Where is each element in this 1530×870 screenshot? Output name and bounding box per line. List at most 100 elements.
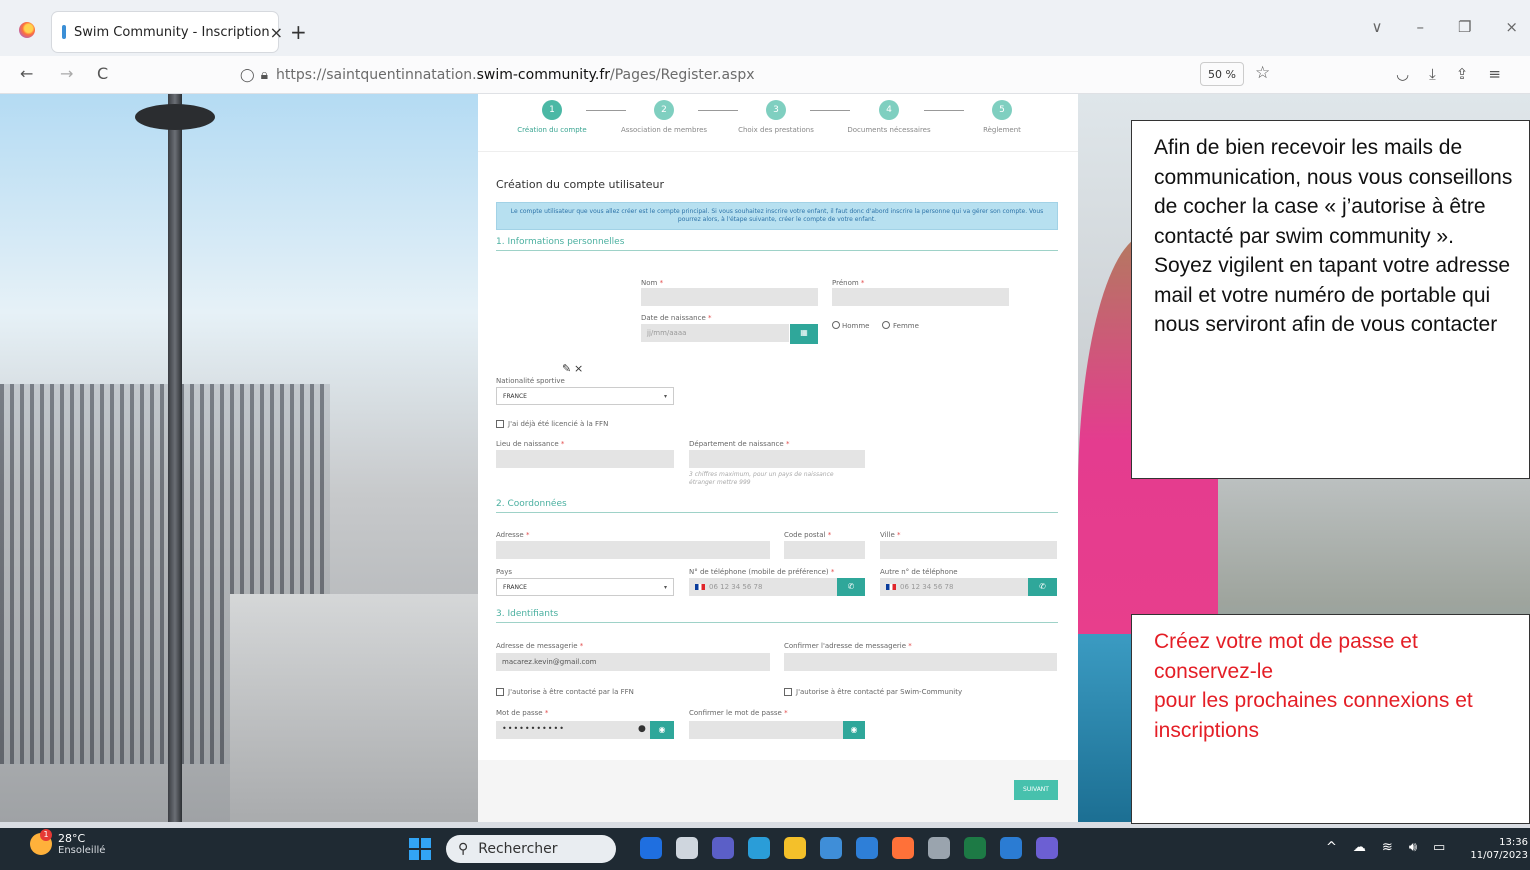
phone-icon[interactable]: ✆ (1028, 578, 1057, 596)
close-window-icon[interactable]: × (1505, 18, 1518, 36)
menu-icon[interactable]: ≡ (1488, 65, 1501, 83)
restore-icon[interactable]: ❐ (1458, 18, 1471, 36)
ffn-licence-checkbox[interactable] (496, 420, 504, 428)
taskbar-app-icon[interactable] (676, 837, 698, 859)
taskbar-app-icon[interactable] (892, 837, 914, 859)
lieu-input[interactable] (496, 450, 674, 468)
pays-select[interactable]: FRANCE ▾ (496, 578, 674, 596)
taskbar-app-icon[interactable] (964, 837, 986, 859)
ffn-licence-label: J'ai déjà été licencié à la FFN (508, 420, 609, 428)
swim-contact-label: J'autorise à être contacté par Swim-Comm… (796, 688, 963, 696)
back-icon[interactable]: ← (20, 64, 33, 83)
step-5[interactable]: 5 Règlement (942, 100, 1062, 134)
france-flag-icon[interactable] (695, 584, 705, 590)
note1-paragraph-2: Soyez vigilent en tapant votre adresse m… (1154, 254, 1511, 336)
password-eye-icon[interactable]: ◉ (650, 721, 674, 739)
pays-label: Pays (496, 568, 512, 576)
taskbar-app-icon[interactable] (928, 837, 950, 859)
taskbar-app-icon[interactable] (1000, 837, 1022, 859)
clock-time: 13:36 (1499, 837, 1528, 848)
taskbar-app-icon[interactable] (1036, 837, 1058, 859)
pocket-icon[interactable]: ◡ (1396, 65, 1409, 83)
dept-input[interactable] (689, 450, 865, 468)
taskbar-app-icon[interactable] (856, 837, 878, 859)
step-1[interactable]: 1 Création du compte (492, 100, 612, 134)
reload-icon[interactable]: C (97, 64, 108, 83)
nom-input[interactable] (641, 288, 818, 306)
dept-hint-1: 3 chiffres maximum, pour un pays de nais… (689, 471, 834, 478)
step-1-label: Création du compte (517, 126, 587, 134)
password-input[interactable]: ••••••••••• (496, 721, 650, 739)
step-4[interactable]: 4 Documents nécessaires (829, 100, 949, 134)
telephone-label: N° de téléphone (mobile de préférence) * (689, 568, 835, 576)
volume-icon[interactable]: 🔊︎ (1409, 840, 1417, 855)
site-favicon-icon (62, 25, 66, 39)
tab-list-icon[interactable]: ∨ (1371, 18, 1382, 36)
forward-icon[interactable]: → (60, 64, 73, 83)
tab-close-icon[interactable]: × (270, 23, 283, 42)
prenom-input[interactable] (832, 288, 1009, 306)
taskbar-search[interactable]: ⚲ Rechercher (446, 835, 616, 863)
password-confirm-input[interactable] (689, 721, 843, 739)
lock-icon[interactable]: 🔒︎ (261, 67, 268, 83)
browser-tab-bar: Swim Community - Inscription × + ∨ – ❐ × (0, 0, 1530, 56)
clear-x-icon[interactable]: × (574, 362, 583, 375)
nationalite-select[interactable]: FRANCE ▾ (496, 387, 674, 405)
code-postal-label: Code postal * (784, 531, 832, 539)
radio-homme-label: Homme (842, 322, 870, 330)
password-info-icon[interactable]: ● (638, 724, 646, 734)
chevron-up-icon[interactable]: ^ (1326, 840, 1337, 855)
concrete-wall (230, 594, 480, 822)
sun-icon: 1 (30, 829, 52, 855)
france-flag-icon[interactable] (886, 584, 896, 590)
password-confirm-eye-icon[interactable]: ◉ (843, 721, 865, 739)
nationalite-value: FRANCE (503, 393, 527, 400)
firefox-logo-icon[interactable] (19, 22, 35, 38)
ffn-contact-label: J'autorise à être contacté par la FFN (508, 688, 634, 696)
step-2[interactable]: 2 Association de membres (604, 100, 724, 134)
suivant-button[interactable]: SUIVANT (1014, 780, 1058, 800)
calendar-icon[interactable]: ▦ (790, 324, 818, 344)
swim-contact-checkbox[interactable] (784, 688, 792, 696)
download-icon[interactable]: ⤓ (1429, 65, 1436, 83)
taskbar-app-icon[interactable] (820, 837, 842, 859)
zoom-level-button[interactable]: 50 % (1200, 62, 1244, 86)
dob-input[interactable]: jj/mm/aaaa (641, 324, 789, 342)
telephone-placeholder: 06 12 34 56 78 (709, 583, 763, 591)
ville-input[interactable] (880, 541, 1057, 559)
telephone-input[interactable]: 06 12 34 56 78 (689, 578, 837, 596)
taskbar-clock[interactable]: 13:36 11/07/2023 (1468, 836, 1528, 862)
step-3[interactable]: 3 Choix des prestations (716, 100, 836, 134)
wifi-icon[interactable]: ≋ (1382, 840, 1393, 855)
tracking-shield-icon[interactable]: ◯ (240, 68, 255, 83)
cloud-icon[interactable]: ☁ (1353, 840, 1366, 855)
weather-widget[interactable]: 1 28°C Ensoleillé (30, 829, 105, 856)
telephone2-input[interactable]: 06 12 34 56 78 (880, 578, 1028, 596)
nom-label: Nom * (641, 279, 664, 287)
radio-femme[interactable] (882, 321, 890, 329)
code-postal-input[interactable] (784, 541, 865, 559)
adresse-input[interactable] (496, 541, 770, 559)
taskbar-app-icon[interactable] (640, 837, 662, 859)
browser-tab[interactable]: Swim Community - Inscription × (52, 12, 283, 52)
email-input[interactable]: macarez.kevin@gmail.com (496, 653, 770, 671)
bookmark-star-icon[interactable]: ☆ (1255, 63, 1270, 83)
password-label: Mot de passe * (496, 709, 549, 717)
url-bar[interactable]: ◯ 🔒︎ https://saintquentinnatation. swim-… (240, 60, 1280, 90)
dept-hint-2: étranger mettre 999 (689, 479, 751, 486)
windows-start-icon[interactable] (409, 838, 431, 860)
notification-badge: 1 (40, 829, 52, 841)
battery-icon[interactable]: ▭ (1433, 840, 1445, 855)
taskbar-app-icon[interactable] (784, 837, 806, 859)
taskbar-app-icon[interactable] (712, 837, 734, 859)
taskbar-app-icon[interactable] (748, 837, 770, 859)
edit-pencil-icon[interactable]: ✎ (562, 362, 571, 375)
ffn-contact-checkbox[interactable] (496, 688, 504, 696)
radio-homme[interactable] (832, 321, 840, 329)
share-icon[interactable]: ⇪ (1456, 65, 1469, 83)
chevron-down-icon: ▾ (663, 393, 667, 400)
new-tab-button[interactable]: + (290, 20, 307, 44)
minimize-icon[interactable]: – (1416, 18, 1424, 36)
phone-icon[interactable]: ✆ (837, 578, 865, 596)
email-confirm-input[interactable] (784, 653, 1057, 671)
